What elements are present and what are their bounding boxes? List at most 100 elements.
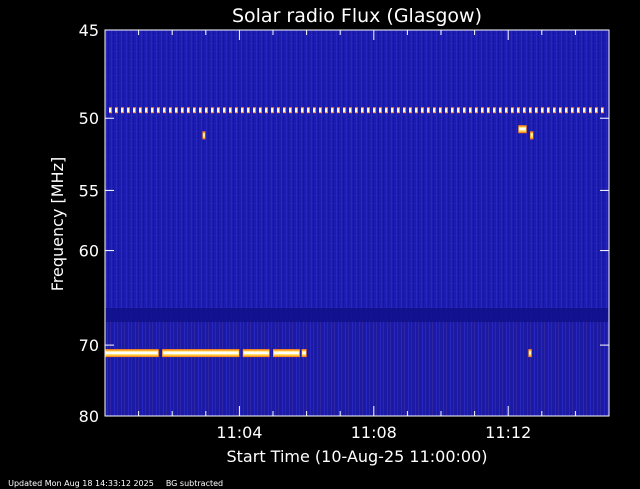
emission-dash (481, 108, 483, 113)
emission-dash (235, 108, 237, 113)
emission-dash (505, 108, 507, 113)
emission-dash (475, 108, 477, 113)
emission-dash (199, 108, 201, 113)
y-tick-label: 50 (79, 109, 99, 128)
emission-dash (451, 108, 453, 113)
emission-dash (541, 108, 543, 113)
heatmap-dark-band (105, 308, 609, 322)
emission-dash (331, 108, 333, 113)
emission-dash (217, 108, 219, 113)
emission-dash (247, 108, 249, 113)
emission-dash (589, 108, 591, 113)
emission-dash (457, 108, 459, 113)
emission-dash (529, 108, 531, 113)
emission-dashed-line (109, 107, 604, 114)
emission-dash (325, 108, 327, 113)
emission-dash (133, 108, 135, 113)
emission-dash (175, 108, 177, 113)
emission-dash (313, 108, 315, 113)
emission-dash (463, 108, 465, 113)
emission-dash (517, 108, 519, 113)
emission-dash (193, 108, 195, 113)
emission-segment-core (302, 351, 306, 355)
emission-dash (523, 108, 525, 113)
emission-dash (307, 108, 309, 113)
emission-dash (547, 108, 549, 113)
emission-dash (427, 108, 429, 113)
x-tick-label: 11:12 (485, 423, 531, 442)
emission-dash (151, 108, 153, 113)
emission-dash (265, 108, 267, 113)
emission-dash (223, 108, 225, 113)
emission-segment-core (203, 133, 205, 137)
emission-segment-core (519, 127, 526, 131)
chart-title: Solar radio Flux (Glasgow) (232, 5, 482, 27)
emission-dash (349, 108, 351, 113)
emission-dash (403, 108, 405, 113)
emission-dash (385, 108, 387, 113)
emission-dash (421, 108, 423, 113)
emission-dash (343, 108, 345, 113)
emission-dash (259, 108, 261, 113)
x-axis-label: Start Time (10-Aug-25 11:00:00) (227, 447, 488, 466)
emission-dash (229, 108, 231, 113)
emission-dash (367, 108, 369, 113)
updated-timestamp: Updated Mon Aug 18 14:33:12 2025 (8, 479, 154, 488)
emission-dash (397, 108, 399, 113)
y-axis-label: Frequency [MHz] (48, 157, 67, 291)
x-tick-label: 11:08 (351, 423, 397, 442)
emission-dash (253, 108, 255, 113)
emission-dash (433, 108, 435, 113)
emission-dash (409, 108, 411, 113)
emission-segment-core (163, 351, 239, 355)
emission-dash (583, 108, 585, 113)
y-tick-label: 70 (79, 336, 99, 355)
emission-dash (337, 108, 339, 113)
emission-segment-core (106, 351, 158, 355)
emission-dash (295, 108, 297, 113)
emission-dash (109, 108, 111, 113)
emission-dash (439, 108, 441, 113)
heatmap-lower-band (105, 320, 609, 416)
emission-dash (565, 108, 567, 113)
emission-dash (187, 108, 189, 113)
emission-dash (169, 108, 171, 113)
emission-dash (121, 108, 123, 113)
emission-dash (553, 108, 555, 113)
emission-dash (241, 108, 243, 113)
emission-dash (283, 108, 285, 113)
emission-dash (157, 108, 159, 113)
emission-segment-core (531, 133, 533, 137)
emission-dash (379, 108, 381, 113)
emission-dash (391, 108, 393, 113)
emission-dash (301, 108, 303, 113)
y-tick-label: 80 (79, 407, 99, 426)
emission-dash (487, 108, 489, 113)
emission-dash (559, 108, 561, 113)
emission-dash (271, 108, 273, 113)
emission-dash (211, 108, 213, 113)
emission-dash (601, 108, 603, 113)
x-tick-label: 11:04 (216, 423, 262, 442)
emission-dash (445, 108, 447, 113)
emission-dash (571, 108, 573, 113)
y-tick-label: 45 (79, 21, 99, 40)
y-tick-label: 55 (79, 181, 99, 200)
emission-segment-core (243, 351, 269, 355)
emission-dash (289, 108, 291, 113)
emission-dash (493, 108, 495, 113)
emission-dash (373, 108, 375, 113)
emission-dash (535, 108, 537, 113)
emission-dash (595, 108, 597, 113)
emission-dash (577, 108, 579, 113)
y-tick-label: 60 (79, 242, 99, 261)
emission-segment-core (274, 351, 299, 355)
emission-dash (361, 108, 363, 113)
emission-dash (511, 108, 513, 113)
emission-dash (415, 108, 417, 113)
bg-note: BG subtracted (165, 479, 224, 488)
emission-dash (319, 108, 321, 113)
chart: Solar radio Flux (Glasgow) 455055607080 … (48, 5, 610, 466)
plot-area (105, 30, 609, 416)
emission-dash (277, 108, 279, 113)
